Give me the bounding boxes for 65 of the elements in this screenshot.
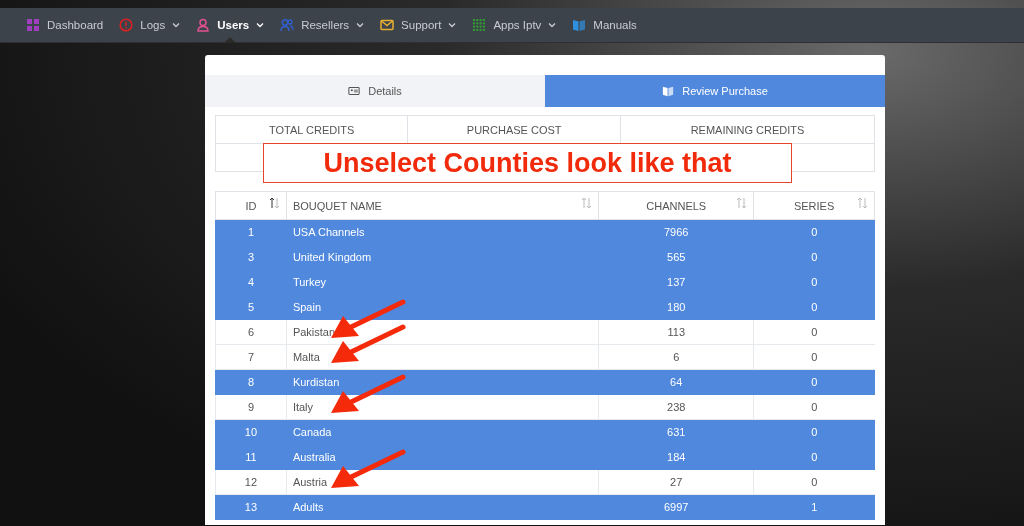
nav-item[interactable]: Manuals <box>572 8 637 42</box>
table-cell: 12 <box>215 469 287 495</box>
column-header[interactable]: SERIES <box>753 191 875 220</box>
table-cell: 0 <box>753 344 875 370</box>
table-row[interactable]: 13 Adults 6997 1 <box>215 494 875 520</box>
table-cell: 6997 <box>598 494 754 520</box>
table-cell: 5 <box>215 294 287 320</box>
table-cell: 0 <box>753 444 875 470</box>
table-cell: 0 <box>753 419 875 445</box>
table-cell: 64 <box>598 369 754 395</box>
table-row[interactable]: 1 USA Channels 7966 0 <box>215 219 875 245</box>
table-row[interactable]: 4 Turkey 137 0 <box>215 269 875 295</box>
table-cell: 0 <box>753 244 875 270</box>
table-cell: United Kingdom <box>286 244 599 270</box>
table-cell: 7 <box>215 344 287 370</box>
table-cell: 631 <box>598 419 754 445</box>
table-cell: 180 <box>598 294 754 320</box>
nav-item[interactable]: Users <box>196 8 265 42</box>
column-header[interactable]: ID <box>215 191 287 220</box>
column-header[interactable]: CHANNELS <box>598 191 754 220</box>
table-cell: 7966 <box>598 219 754 245</box>
table-row[interactable]: 11 Australia 184 0 <box>215 444 875 470</box>
table-cell: 0 <box>753 219 875 245</box>
nav-item[interactable]: Logs <box>119 8 181 42</box>
table-cell: 27 <box>598 469 754 495</box>
table-cell: Turkey <box>286 269 599 295</box>
table-cell: 10 <box>215 419 287 445</box>
table-cell: 0 <box>753 269 875 295</box>
table-cell: 0 <box>753 394 875 420</box>
table-cell: 0 <box>753 319 875 345</box>
table-cell: 0 <box>753 294 875 320</box>
table-cell: 184 <box>598 444 754 470</box>
table-row[interactable]: 3 United Kingdom 565 0 <box>215 244 875 270</box>
table-cell: 13 <box>215 494 287 520</box>
tab[interactable]: Review Purchase <box>545 75 885 107</box>
table-cell: 11 <box>215 444 287 470</box>
table-cell: Adults <box>286 494 599 520</box>
table-cell: 113 <box>598 319 754 345</box>
table-cell: 0 <box>753 469 875 495</box>
table-cell: 4 <box>215 269 287 295</box>
book-icon <box>662 85 675 97</box>
nav-item[interactable]: Dashboard <box>26 8 104 42</box>
table-cell: 0 <box>753 369 875 395</box>
table-cell: 137 <box>598 269 754 295</box>
nav-item[interactable]: Apps Iptv <box>472 8 557 42</box>
table-row[interactable]: 10 Canada 631 0 <box>215 419 875 445</box>
table-cell: 565 <box>598 244 754 270</box>
table-cell: Canada <box>286 419 599 445</box>
table-cell: 3 <box>215 244 287 270</box>
table-cell: 9 <box>215 394 287 420</box>
table-cell: USA Channels <box>286 219 599 245</box>
column-header[interactable]: BOUQUET NAME <box>286 191 599 220</box>
table-cell: 6 <box>598 344 754 370</box>
nav-item[interactable]: Resellers <box>280 8 365 42</box>
table-row[interactable]: 8 Kurdistan 64 0 <box>215 369 875 395</box>
table-cell: 238 <box>598 394 754 420</box>
annotation-callout: Unselect Counties look like that <box>263 143 792 183</box>
table-cell: 1 <box>753 494 875 520</box>
tab[interactable]: Details <box>205 75 545 107</box>
nav-item[interactable]: Support <box>380 8 457 42</box>
id-card-icon <box>348 85 361 97</box>
table-row[interactable]: 5 Spain 180 0 <box>215 294 875 320</box>
table-cell: 8 <box>215 369 287 395</box>
table-cell: 1 <box>215 219 287 245</box>
table-cell: 6 <box>215 319 287 345</box>
